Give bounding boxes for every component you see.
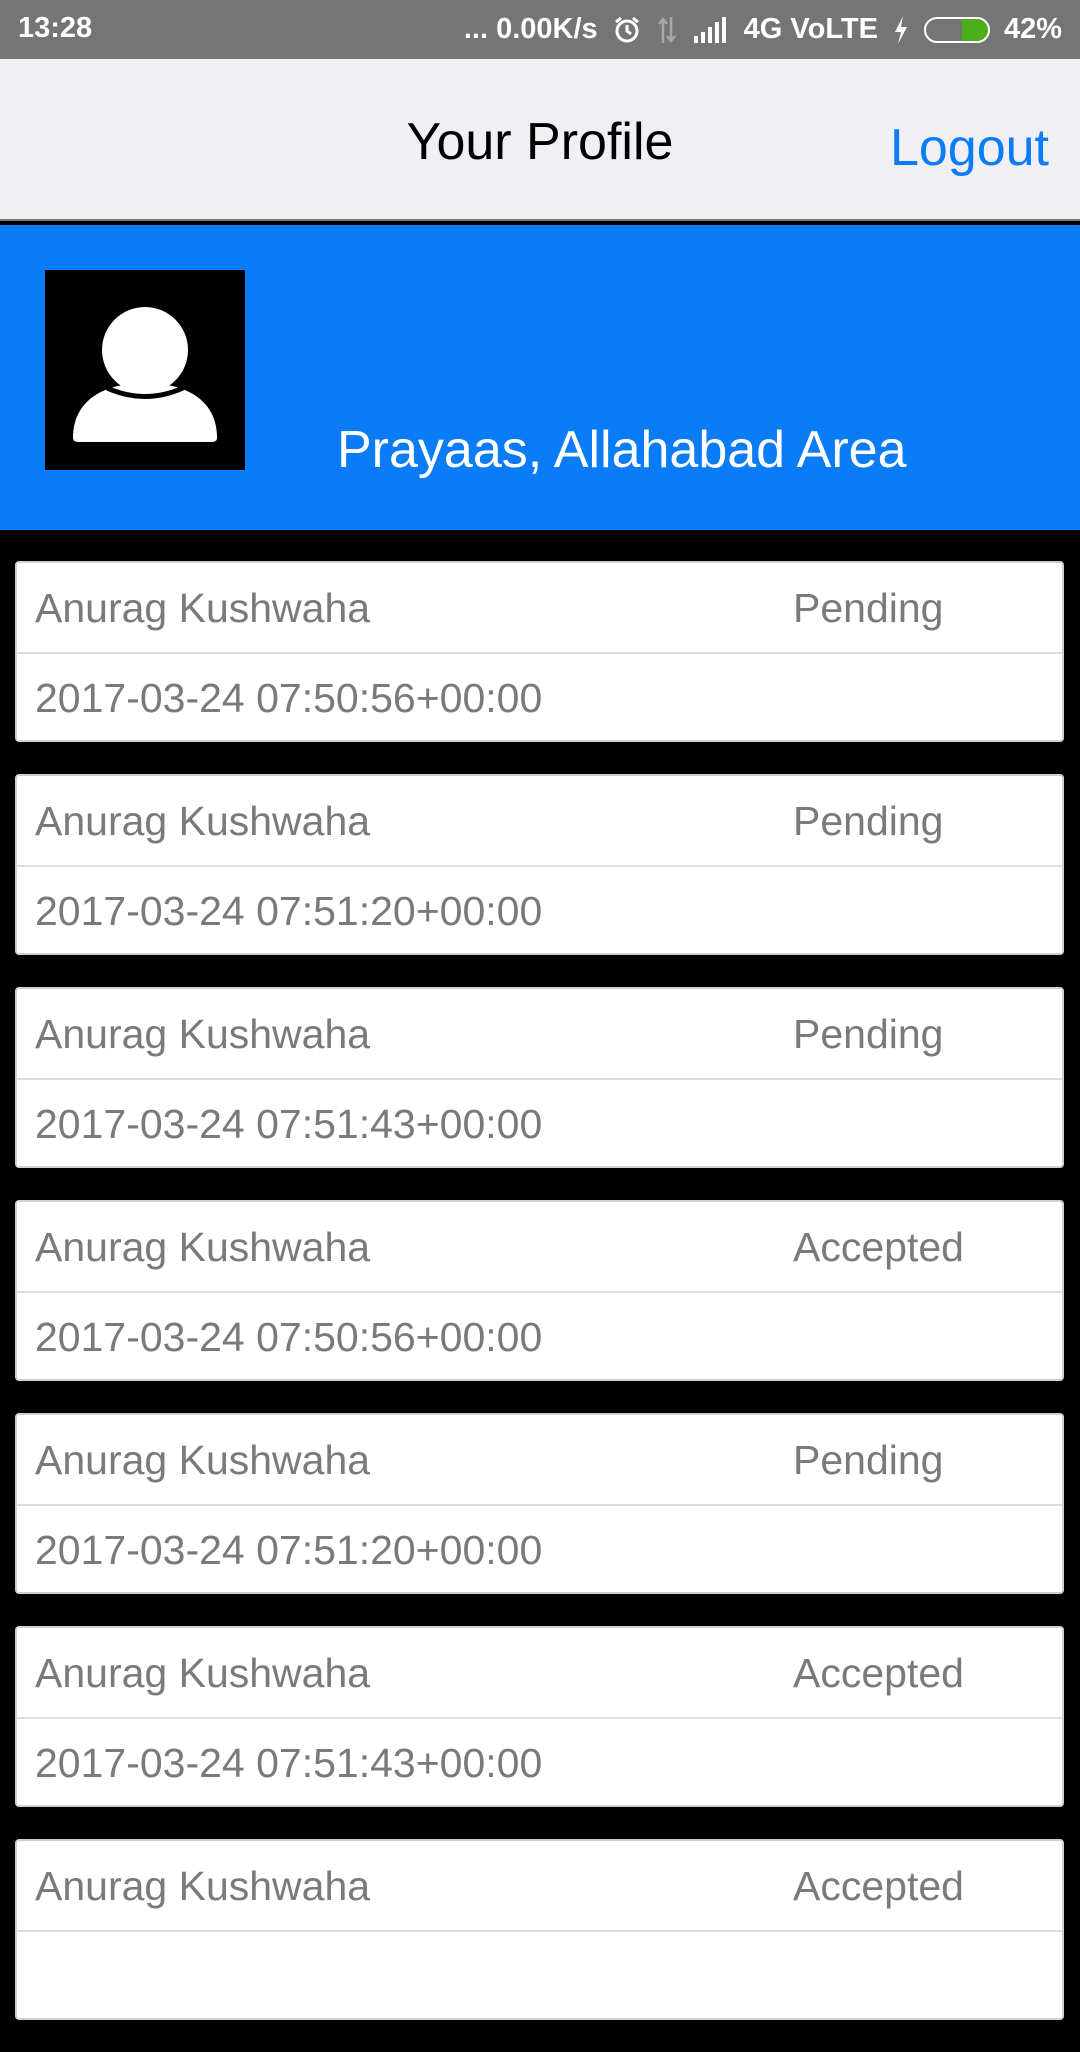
requester-name: Anurag Kushwaha	[35, 1437, 371, 1483]
status-indicators: ... 0.00K/s 4G VoLTE 42%	[464, 0, 1062, 59]
request-card-header: Anurag Kushwaha Pending	[17, 563, 1062, 654]
status-badge: Pending	[793, 798, 944, 844]
request-timestamp: 2017-03-24 07:51:43+00:00	[35, 1101, 543, 1147]
signal-icon	[692, 16, 730, 44]
request-timestamp: 2017-03-24 07:51:43+00:00	[35, 1740, 543, 1786]
request-timestamp: 2017-03-24 07:51:20+00:00	[35, 888, 543, 934]
request-card[interactable]: Anurag Kushwaha Accepted 2017-03-24 07:5…	[15, 1626, 1064, 1807]
request-card[interactable]: Anurag Kushwaha Pending 2017-03-24 07:51…	[15, 987, 1064, 1168]
request-card-header: Anurag Kushwaha Pending	[17, 776, 1062, 867]
status-badge: Pending	[793, 1011, 944, 1057]
logout-button[interactable]: Logout	[890, 118, 1049, 178]
request-timestamp: 2017-03-24 07:51:20+00:00	[35, 1527, 543, 1573]
requester-name: Anurag Kushwaha	[35, 1863, 371, 1909]
request-timestamp: 2017-03-24 07:50:56+00:00	[35, 675, 543, 721]
battery-level	[961, 18, 988, 41]
status-badge: Accepted	[793, 1224, 964, 1270]
request-card[interactable]: Anurag Kushwaha Accepted 2017-03-24 07:5…	[15, 1200, 1064, 1381]
status-badge: Pending	[793, 1437, 944, 1483]
request-card-header: Anurag Kushwaha Accepted	[17, 1841, 1062, 1932]
profile-name: Prayaas, Allahabad Area	[337, 421, 907, 479]
profile-header: Prayaas, Allahabad Area	[0, 225, 1080, 530]
request-card[interactable]: Anurag Kushwaha Accepted	[15, 1839, 1064, 2020]
charging-icon	[892, 15, 910, 45]
network-speed: ... 0.00K/s	[463, 13, 598, 45]
alarm-icon	[612, 15, 642, 45]
requester-name: Anurag Kushwaha	[35, 1224, 371, 1270]
data-arrows-icon	[656, 15, 678, 45]
status-badge: Accepted	[793, 1650, 964, 1696]
status-time: 13:28	[18, 12, 93, 44]
battery-percent: 42%	[1003, 13, 1062, 45]
request-card[interactable]: Anurag Kushwaha Pending 2017-03-24 07:50…	[15, 561, 1064, 742]
request-timestamp: 2017-03-24 07:50:56+00:00	[35, 1314, 543, 1360]
request-card-header: Anurag Kushwaha Pending	[17, 989, 1062, 1080]
requester-name: Anurag Kushwaha	[35, 1650, 371, 1696]
status-bar: 13:28 ... 0.00K/s 4G VoLTE 42%	[0, 0, 1080, 59]
request-card[interactable]: Anurag Kushwaha Pending 2017-03-24 07:51…	[15, 1413, 1064, 1594]
requester-name: Anurag Kushwaha	[35, 1011, 371, 1057]
status-badge: Pending	[793, 585, 944, 631]
network-type: 4G VoLTE	[743, 13, 878, 45]
request-card[interactable]: Anurag Kushwaha Pending 2017-03-24 07:51…	[15, 774, 1064, 955]
battery-icon	[923, 16, 990, 43]
request-card-header: Anurag Kushwaha Accepted	[17, 1202, 1062, 1293]
status-badge: Accepted	[793, 1863, 964, 1909]
request-list: Anurag Kushwaha Pending 2017-03-24 07:50…	[15, 561, 1064, 2052]
requester-name: Anurag Kushwaha	[35, 585, 371, 631]
request-card-header: Anurag Kushwaha Accepted	[17, 1628, 1062, 1719]
request-card-header: Anurag Kushwaha Pending	[17, 1415, 1062, 1506]
user-avatar-icon	[45, 270, 245, 470]
requester-name: Anurag Kushwaha	[35, 798, 371, 844]
navigation-bar: Your Profile Logout	[0, 59, 1080, 221]
